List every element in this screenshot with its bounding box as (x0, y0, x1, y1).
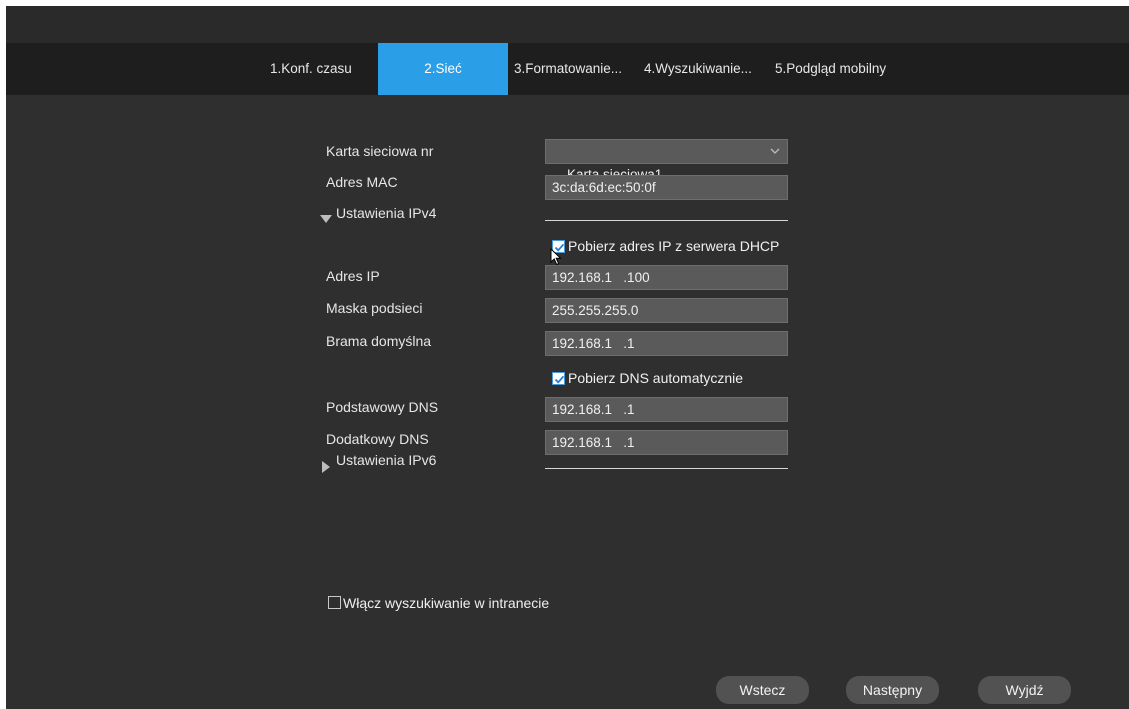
tab-formatting[interactable]: 3.Formatowanie... (514, 43, 622, 95)
dns1-label: Podstawowy DNS (326, 399, 439, 415)
tab-time-config[interactable]: 1.Konf. czasu (270, 43, 352, 95)
section-divider (545, 468, 788, 469)
expand-down-icon[interactable] (320, 215, 332, 223)
wizard-tab-bar: 1.Konf. czasu 2.Sieć 3.Formatowanie... 4… (6, 43, 1129, 95)
tab-search[interactable]: 4.Wyszukiwanie... (644, 43, 752, 95)
ipv6-section-header[interactable]: Ustawienia IPv6 (336, 452, 436, 468)
mac-address-field[interactable]: 3c:da:6d:ec:50:0f (545, 175, 788, 200)
dhcp-label: Pobierz adres IP z serwera DHCP (568, 238, 780, 254)
back-button[interactable]: Wstecz (716, 676, 809, 704)
mask-label: Maska podsieci (326, 300, 423, 316)
section-divider (545, 220, 788, 221)
checkmark-icon (554, 375, 565, 384)
card-label: Karta sieciowa nr (326, 143, 434, 159)
exit-button[interactable]: Wyjdź (978, 676, 1071, 704)
chevron-down-icon (770, 148, 780, 154)
expand-right-icon[interactable] (322, 461, 330, 473)
network-card-select[interactable]: Karta sieciowa1 (545, 139, 788, 182)
title-bar (6, 6, 1129, 43)
mac-label: Adres MAC (326, 174, 398, 190)
setup-wizard-window: 1.Konf. czasu 2.Sieć 3.Formatowanie... 4… (6, 6, 1129, 709)
ip-label: Adres IP (326, 268, 380, 284)
primary-dns-field[interactable]: 192.168.1 .1 (545, 397, 788, 422)
default-gateway-field[interactable]: 192.168.1 .1 (545, 331, 788, 356)
ip-address-field[interactable]: 192.168.1 .100 (545, 265, 788, 290)
next-button[interactable]: Następny (846, 676, 939, 704)
intranet-search-checkbox[interactable] (328, 596, 341, 609)
tab-mobile-preview[interactable]: 5.Podgląd mobilny (775, 43, 886, 95)
dns-auto-checkbox[interactable] (552, 372, 565, 385)
dns2-label: Dodatkowy DNS (326, 431, 429, 447)
secondary-dns-field[interactable]: 192.168.1 .1 (545, 430, 788, 455)
mouse-cursor-icon (550, 248, 562, 266)
tab-network[interactable]: 2.Sieć (378, 43, 508, 95)
ipv4-section-header[interactable]: Ustawienia IPv4 (336, 205, 436, 221)
intranet-search-label: Włącz wyszukiwanie w intranecie (343, 595, 550, 611)
gateway-label: Brama domyślna (326, 333, 432, 349)
subnet-mask-field[interactable]: 255.255.255.0 (545, 298, 788, 323)
dns-auto-label: Pobierz DNS automatycznie (568, 370, 744, 386)
